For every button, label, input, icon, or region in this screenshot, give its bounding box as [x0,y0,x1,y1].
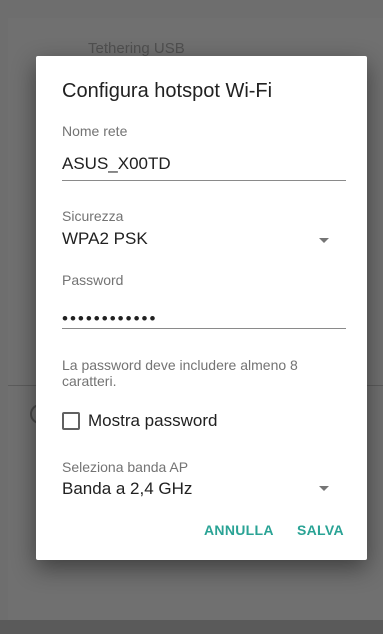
cancel-button[interactable]: ANNULLA [204,522,274,538]
security-value: WPA2 PSK [62,229,148,248]
show-password-checkbox[interactable] [62,412,80,430]
password-underline [62,328,346,329]
background-tethering-usb: Tethering USB [88,40,185,57]
ap-band-value: Banda a 2,4 GHz [62,479,193,498]
bottom-bar [0,620,383,634]
password-input[interactable]: •••••••••••• [62,309,157,329]
security-label: Sicurezza [62,208,124,224]
ap-band-label: Seleziona banda AP [62,459,189,475]
security-dropdown-arrow-icon[interactable] [319,238,329,243]
ap-band-dropdown[interactable]: Banda a 2,4 GHz [62,479,346,501]
save-button[interactable]: SALVA [297,522,344,538]
dialog-title: Configura hotspot Wi-Fi [62,80,273,102]
password-label: Password [62,272,124,288]
show-password-label[interactable]: Mostra password [88,411,217,431]
password-hint: La password deve includere almeno 8 cara… [62,357,298,389]
hotspot-config-dialog: Configura hotspot Wi-Fi Nome rete ASUS_X… [36,56,367,560]
network-name-input[interactable]: ASUS_X00TD [62,154,171,174]
network-name-label: Nome rete [62,123,128,139]
network-name-underline [62,180,346,181]
security-dropdown[interactable]: WPA2 PSK [62,229,346,251]
ap-band-dropdown-arrow-icon[interactable] [319,486,329,491]
